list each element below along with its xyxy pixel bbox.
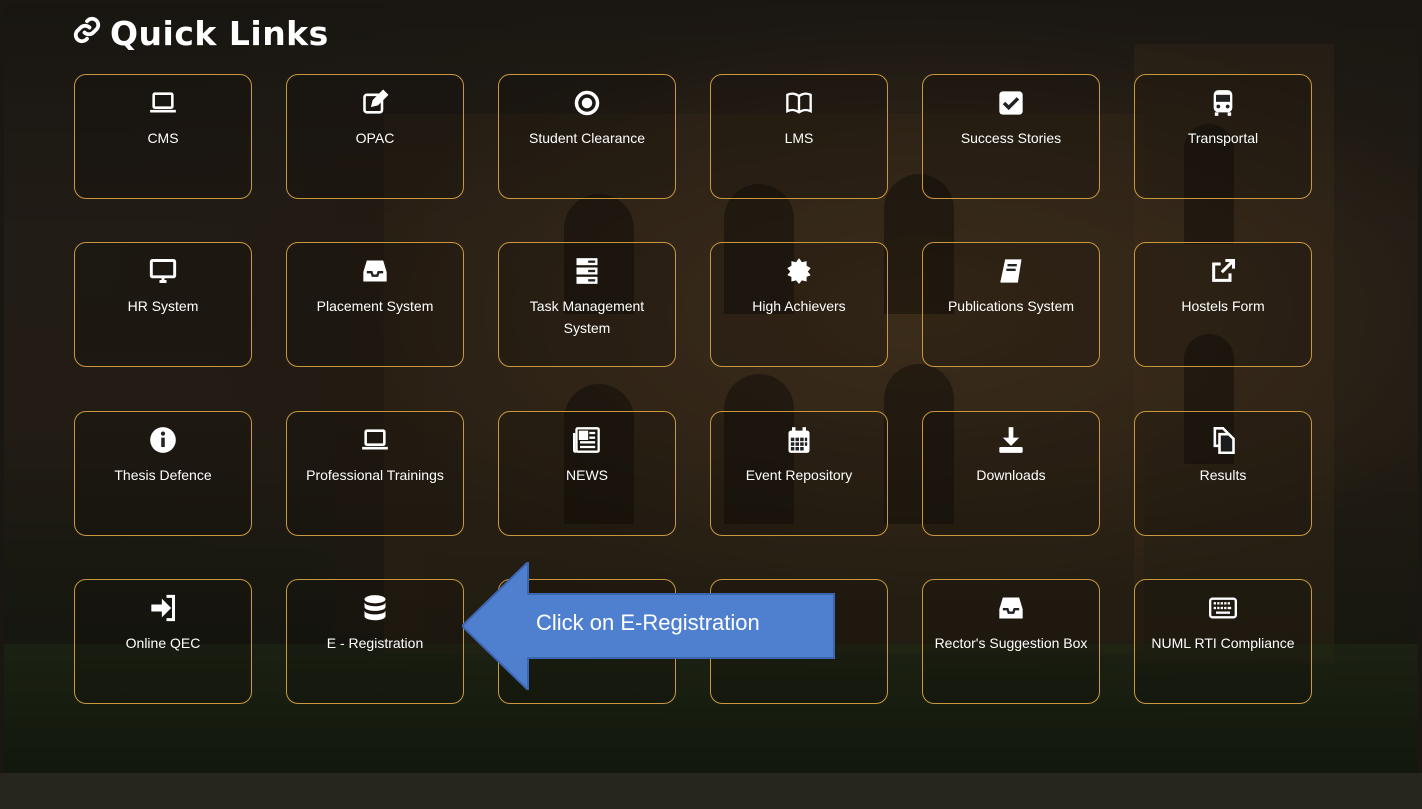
quick-link-transportal[interactable]: Transportal: [1134, 74, 1312, 199]
external-link-icon: [1209, 257, 1237, 285]
quick-link-label: Professional Trainings: [306, 467, 444, 483]
quick-link-hostels-form[interactable]: Hostels Form: [1134, 242, 1312, 367]
quick-link-label: OPAC: [355, 130, 395, 146]
callout-text: Click on E-Registration: [536, 610, 760, 635]
certificate-icon: [785, 257, 813, 285]
quick-link-label: Placement System: [316, 298, 434, 314]
quick-link-label: Thesis Defence: [114, 467, 212, 483]
target-icon: [573, 89, 601, 117]
book-solid-icon: [997, 257, 1025, 285]
quick-link-label: Rector's Suggestion Box: [934, 635, 1088, 651]
quick-link-success-stories[interactable]: Success Stories: [922, 74, 1100, 199]
quick-link-label: Event Repository: [745, 467, 853, 483]
section-title: Quick Links: [110, 14, 329, 53]
quick-link-label: Publications System: [947, 298, 1075, 314]
inbox-icon: [997, 594, 1025, 622]
quick-link-online-qec[interactable]: Online QEC: [74, 579, 252, 704]
newspaper-icon: [573, 426, 601, 454]
quick-link-e-registration[interactable]: E - Registration: [286, 579, 464, 704]
inbox-icon: [361, 257, 389, 285]
quick-link-label: CMS: [147, 130, 179, 146]
database-icon: [361, 594, 389, 622]
quick-link-downloads[interactable]: Downloads: [922, 411, 1100, 536]
quick-link-task-management-system[interactable]: Task Management System: [498, 242, 676, 367]
instruction-callout: Click on E-Registration: [462, 562, 842, 690]
link-icon: [72, 15, 102, 53]
quick-link-lms[interactable]: LMS: [710, 74, 888, 199]
quick-link-label: NEWS: [566, 467, 608, 483]
quick-link-label: LMS: [784, 130, 814, 146]
section-header: Quick Links: [72, 14, 329, 53]
server-icon: [573, 257, 601, 285]
quick-link-professional-trainings[interactable]: Professional Trainings: [286, 411, 464, 536]
quick-link-label: Downloads: [976, 467, 1046, 483]
quick-link-label: Task Management System: [529, 298, 645, 336]
quick-link-label: Online QEC: [125, 635, 201, 651]
quick-link-label: HR System: [127, 298, 199, 314]
quick-link-rector-s-suggestion-box[interactable]: Rector's Suggestion Box: [922, 579, 1100, 704]
quick-link-label: Transportal: [1187, 130, 1259, 146]
quick-link-high-achievers[interactable]: High Achievers: [710, 242, 888, 367]
sign-in-icon: [149, 594, 177, 622]
quick-link-placement-system[interactable]: Placement System: [286, 242, 464, 367]
quick-link-publications-system[interactable]: Publications System: [922, 242, 1100, 367]
page-bottom-bar: [0, 773, 1422, 809]
quick-link-label: E - Registration: [326, 635, 424, 651]
quick-link-student-clearance[interactable]: Student Clearance: [498, 74, 676, 199]
laptop-icon: [149, 89, 177, 117]
quick-link-hr-system[interactable]: HR System: [74, 242, 252, 367]
quick-link-label: Results: [1199, 467, 1247, 483]
copy-icon: [1209, 426, 1237, 454]
quick-link-results[interactable]: Results: [1134, 411, 1312, 536]
quick-link-numl-rti-compliance[interactable]: NUML RTI Compliance: [1134, 579, 1312, 704]
quick-link-news[interactable]: NEWS: [498, 411, 676, 536]
quick-link-label: Student Clearance: [529, 130, 645, 146]
quick-link-event-repository[interactable]: Event Repository: [710, 411, 888, 536]
calendar-icon: [785, 426, 813, 454]
edit-icon: [361, 89, 389, 117]
quick-link-label: High Achievers: [752, 298, 846, 314]
quick-link-label: NUML RTI Compliance: [1151, 635, 1295, 651]
download-icon: [997, 426, 1025, 454]
info-icon: [149, 426, 177, 454]
quick-link-opac[interactable]: OPAC: [286, 74, 464, 199]
checkbox-icon: [997, 89, 1025, 117]
quick-link-cms[interactable]: CMS: [74, 74, 252, 199]
keyboard-icon: [1209, 594, 1237, 622]
quick-link-label: Hostels Form: [1181, 298, 1265, 314]
laptop-icon: [361, 426, 389, 454]
monitor-icon: [149, 257, 177, 285]
book-icon: [785, 89, 813, 117]
bus-icon: [1209, 89, 1237, 117]
quick-link-thesis-defence[interactable]: Thesis Defence: [74, 411, 252, 536]
quick-link-label: Success Stories: [960, 130, 1062, 146]
